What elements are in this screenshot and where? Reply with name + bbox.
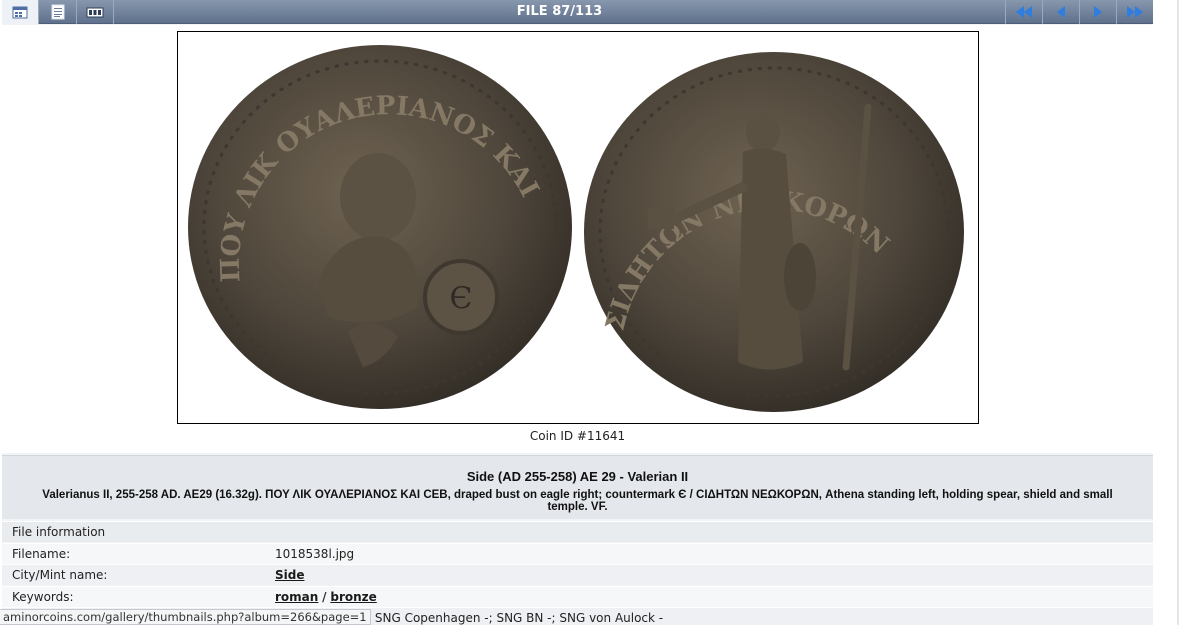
previous-file-icon bbox=[1057, 6, 1065, 18]
svg-text:Є: Є bbox=[450, 281, 473, 316]
file-information-header: File information bbox=[2, 521, 1153, 542]
page-scrollbar[interactable] bbox=[1160, 0, 1191, 625]
first-file-icon bbox=[1016, 6, 1032, 18]
keyword-link-bronze[interactable]: bronze bbox=[330, 590, 376, 604]
slideshow-button[interactable] bbox=[77, 0, 114, 24]
file-info-button[interactable] bbox=[39, 0, 77, 24]
keyword-separator: / bbox=[322, 590, 327, 604]
keywords-label: Keywords: bbox=[12, 590, 74, 604]
coin-photo[interactable]: ΠΟΥ ΛΙΚ ΟΥΑΛΕΡΙΑΝΟΣ ΚΑΙ ΣΕΒ Є bbox=[167, 9, 979, 424]
keyword-link-roman[interactable]: roman bbox=[275, 590, 318, 604]
first-file-button[interactable] bbox=[1005, 0, 1042, 24]
last-file-button[interactable] bbox=[1116, 0, 1153, 24]
image-display-area: ΠΟΥ ΛΙΚ ΟΥΑΛΕΡΙΑΝΟΣ ΚΑΙ ΣΕΒ Є bbox=[2, 9, 1153, 453]
next-file-button[interactable] bbox=[1079, 0, 1116, 24]
coin-id-caption: Coin ID #11641 bbox=[529, 429, 626, 443]
thumbnails-button[interactable] bbox=[2, 0, 39, 24]
table-row: Keywords: roman / bronze bbox=[2, 586, 1153, 607]
coin-title: Side (AD 255-258) AE 29 - Valerian II bbox=[466, 469, 689, 484]
gallery-frame: FILE 87/113 ΠΟΥ ΛΙΚ ΟΥΑΛΕΡΙΑΝΟΣ ΚΑΙ Є ΣΙ… bbox=[2, 0, 1153, 625]
file-information-heading: File information bbox=[12, 525, 106, 539]
city-mint-link[interactable]: Side bbox=[275, 568, 304, 582]
coin-description: Valerianus II, 255-258 AD. AE29 (16.32g)… bbox=[42, 489, 1113, 513]
file-navigation-bar: FILE 87/113 bbox=[2, 0, 1153, 24]
coin-reverse: ΣΙΔΗΤΩΝ ΝΕΩΚΟΡΩΝ bbox=[584, 52, 964, 412]
city-mint-label: City/Mint name: bbox=[12, 568, 108, 582]
file-counter: FILE 87/113 bbox=[516, 4, 603, 19]
filename-label: Filename: bbox=[12, 547, 71, 561]
references-value: PS -; SNG Copenhagen -; SNG BN -; SNG vo… bbox=[344, 611, 664, 625]
table-row: Filename: 1018538l.jpg bbox=[2, 543, 1153, 564]
thumbnails-icon bbox=[12, 6, 28, 19]
last-file-icon bbox=[1127, 6, 1143, 18]
filename-value: 1018538l.jpg bbox=[275, 547, 355, 561]
coin-description-panel: Side (AD 255-258) AE 29 - Valerian II Va… bbox=[2, 455, 1153, 519]
scrollbar-track bbox=[1177, 0, 1179, 625]
browser-status-url: aminorcoins.com/gallery/thumbnails.php?a… bbox=[0, 609, 371, 625]
previous-file-button[interactable] bbox=[1042, 0, 1079, 24]
file-info-icon bbox=[51, 4, 64, 20]
table-row: City/Mint name: Side bbox=[2, 564, 1153, 585]
next-file-icon bbox=[1094, 6, 1102, 18]
coin-obverse: ΠΟΥ ΛΙΚ ΟΥΑΛΕΡΙΑΝΟΣ ΚΑΙ ΣΕΒ Є bbox=[167, 9, 572, 409]
slideshow-icon bbox=[86, 7, 104, 18]
